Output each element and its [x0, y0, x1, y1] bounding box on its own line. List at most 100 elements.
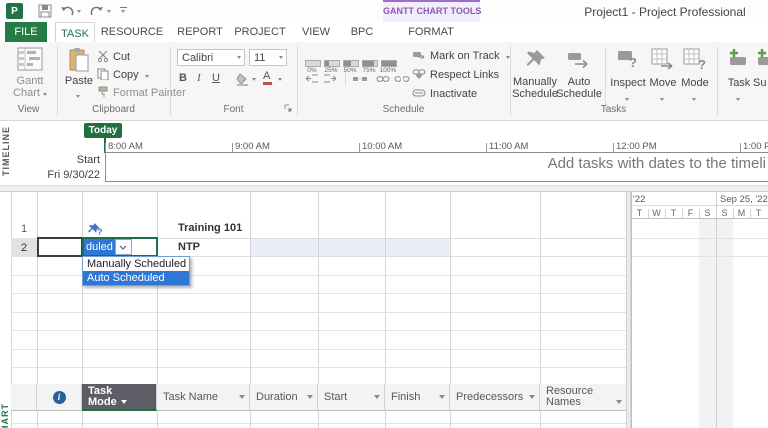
task-name-column-header[interactable]: Task Name: [157, 384, 250, 411]
filter-arrow-icon[interactable]: [616, 400, 622, 404]
mode-button[interactable]: ? Mode: [678, 46, 712, 104]
tab-file[interactable]: FILE: [5, 22, 47, 42]
task-name-cell-row1[interactable]: Training 101: [178, 222, 242, 234]
indent-task-icon[interactable]: [323, 74, 337, 84]
start-column-header[interactable]: Start: [318, 384, 385, 411]
font-name-combo[interactable]: Calibri: [177, 49, 245, 66]
hour-label: 9:00 AM: [235, 141, 270, 152]
inspect-icon: ?: [618, 51, 637, 70]
cut-button[interactable]: Cut: [113, 51, 130, 63]
tab-resource[interactable]: RESOURCE: [101, 22, 163, 42]
predecessors-column-header[interactable]: Predecessors: [450, 384, 540, 411]
filter-arrow-icon[interactable]: [439, 395, 445, 399]
dropdown-item-manually-scheduled[interactable]: Manually Scheduled: [83, 257, 189, 271]
task-mode-edit-cell[interactable]: duled: [82, 237, 158, 257]
filter-arrow-icon[interactable]: [374, 395, 380, 399]
insert-summary-button[interactable]: Su: [753, 46, 768, 104]
font-size-combo[interactable]: 11: [249, 49, 287, 66]
tab-project[interactable]: PROJECT: [234, 22, 286, 42]
gantt-chart-pane[interactable]: '22 Sep 25, '22 T W T F S S M T: [631, 192, 768, 428]
gantt-chart-view-icon: [17, 47, 43, 71]
row-header-2[interactable]: 2: [11, 238, 37, 257]
start-cell-row2[interactable]: [318, 238, 385, 256]
paste-button[interactable]: Paste: [62, 46, 96, 102]
redo-icon[interactable]: [90, 5, 104, 17]
move-button[interactable]: Move: [646, 46, 680, 104]
background-color-icon[interactable]: [236, 73, 249, 86]
insert-task-icon: [730, 49, 746, 65]
row-number-header[interactable]: [11, 384, 37, 411]
copy-button[interactable]: Copy: [113, 69, 149, 81]
respect-links-button[interactable]: Respect Links: [430, 69, 499, 81]
gantt-chart-view-label: GANTT CHART: [0, 401, 10, 428]
customize-qat-arrow-icon[interactable]: [121, 10, 125, 13]
svg-text:?: ?: [698, 57, 706, 70]
percent-75-button[interactable]: 75%: [360, 49, 379, 75]
task-mode-column-header[interactable]: Task Mode: [82, 384, 157, 411]
undo-dropdown-icon[interactable]: [77, 10, 81, 13]
tab-view[interactable]: VIEW: [294, 22, 338, 42]
finish-column-header[interactable]: Finish: [385, 384, 450, 411]
inspect-button[interactable]: ? Inspect: [608, 46, 648, 104]
italic-button[interactable]: I: [197, 72, 201, 84]
duration-column-header[interactable]: Duration: [250, 384, 318, 411]
move-icon: [651, 48, 673, 70]
tab-task[interactable]: TASK: [55, 22, 95, 44]
day-label: F: [687, 208, 694, 218]
insert-task-button[interactable]: Task: [722, 46, 756, 104]
percent-50-button[interactable]: 50%: [341, 49, 360, 75]
insert-summary-icon: [758, 49, 768, 65]
task-mode-dropdown-button[interactable]: [114, 239, 132, 255]
background-color-arrow-icon[interactable]: [252, 78, 256, 81]
tab-bpc[interactable]: BPC: [344, 22, 380, 42]
week-boundary-line: [716, 192, 717, 428]
redo-dropdown-icon[interactable]: [107, 10, 111, 13]
font-color-arrow-icon[interactable]: [278, 78, 282, 81]
unlink-tasks-icon[interactable]: [394, 74, 410, 84]
save-icon[interactable]: [38, 4, 52, 18]
filter-arrow-icon[interactable]: [529, 395, 535, 399]
view-separator[interactable]: [0, 185, 768, 192]
format-painter-button[interactable]: Format Painter: [113, 87, 186, 99]
ms-project-window: P Project1 - Project Professional GANTT …: [0, 0, 768, 428]
day-label: T: [636, 208, 643, 218]
percent-25-button[interactable]: 25%: [322, 49, 341, 75]
resource-names-column-header[interactable]: Resource Names: [540, 384, 627, 411]
day-label: W: [652, 208, 661, 218]
contextual-group-label: GANTT CHART TOOLS: [383, 6, 482, 16]
timeline-hint: Add tasks with dates to the timeli: [547, 155, 766, 172]
font-color-button[interactable]: A: [263, 70, 272, 85]
dropdown-item-auto-scheduled[interactable]: Auto Scheduled: [83, 271, 189, 285]
task-name-cell-row2[interactable]: NTP: [178, 241, 200, 253]
undo-icon[interactable]: [60, 5, 74, 17]
finish-cell-row2[interactable]: [385, 238, 450, 256]
percent-0-button[interactable]: 0%: [303, 49, 322, 75]
info-column-header[interactable]: i: [37, 384, 82, 411]
link-tasks-icon[interactable]: [376, 74, 390, 84]
bold-button[interactable]: B: [179, 72, 187, 84]
app-logo-icon[interactable]: P: [6, 3, 23, 19]
timescale-tier1-right: Sep 25, '22: [720, 194, 768, 205]
tab-format[interactable]: FORMAT: [400, 22, 462, 42]
customize-qat-icon[interactable]: [120, 7, 127, 8]
tasks-group-label: Tasks: [600, 104, 627, 115]
underline-button[interactable]: U: [212, 72, 220, 84]
split-task-icon[interactable]: [352, 74, 368, 84]
outdent-task-icon[interactable]: [305, 74, 319, 84]
mark-on-track-button[interactable]: Mark on Track: [430, 50, 510, 62]
filter-arrow-icon[interactable]: [239, 395, 245, 399]
manually-schedule-button[interactable]: Manually Schedule: [512, 46, 558, 104]
timeline-view[interactable]: TIMELINE Today 8:00 AM 9:00 AM 10:00 AM …: [0, 121, 768, 185]
timescale-tier1-left: '22: [633, 194, 646, 205]
day-label: M: [737, 208, 746, 218]
info-cell-row2-selected[interactable]: [37, 237, 83, 257]
info-icon: i: [52, 390, 66, 404]
filter-arrow-icon[interactable]: [307, 395, 313, 399]
inactivate-button[interactable]: Inactivate: [430, 88, 477, 100]
duration-cell-row2[interactable]: [250, 238, 318, 256]
percent-100-button[interactable]: 100%: [379, 49, 398, 75]
auto-schedule-button[interactable]: Auto Schedule: [556, 46, 602, 104]
gantt-chart-view-button[interactable]: Gantt Chart: [6, 46, 54, 102]
row-header-1[interactable]: 1: [11, 219, 37, 238]
tab-report[interactable]: REPORT: [172, 22, 228, 42]
